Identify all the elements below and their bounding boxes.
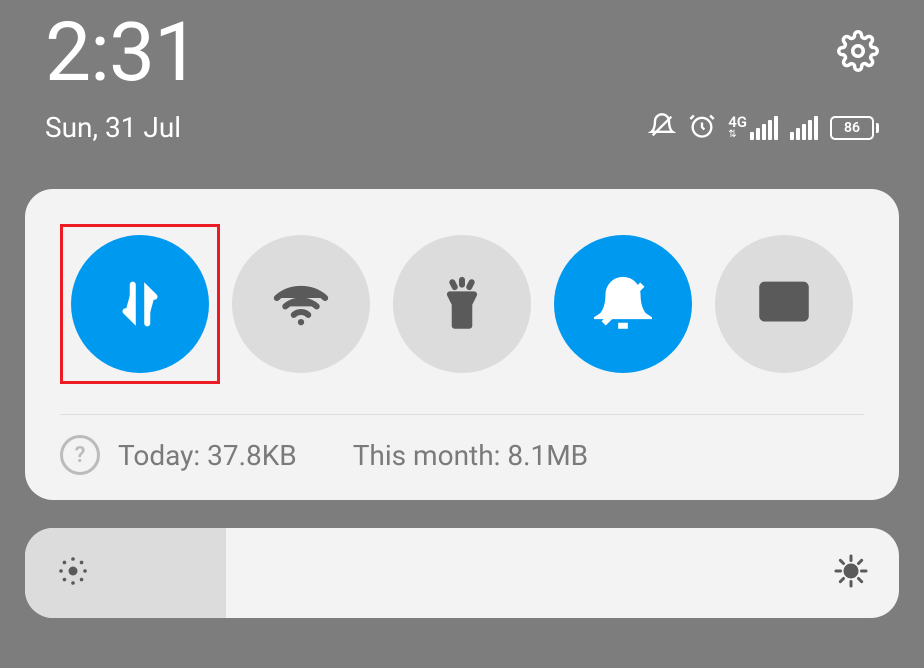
- battery-indicator: 86: [830, 116, 879, 140]
- wifi-toggle[interactable]: [232, 235, 370, 373]
- settings-button[interactable]: [837, 30, 879, 76]
- date-text: Sun, 31 Jul: [45, 111, 181, 144]
- quick-settings-panel: ? Today: 37.8KB This month: 8.1MB: [25, 189, 899, 500]
- dnd-toggle[interactable]: [554, 235, 692, 373]
- brightness-slider[interactable]: [25, 528, 899, 618]
- alarm-icon: [688, 112, 716, 144]
- quick-toggles-row: [60, 224, 864, 415]
- clock-time: 2:31: [45, 5, 199, 101]
- status-header: 2:31 Sun, 31 Jul: [0, 0, 924, 144]
- question-icon: ?: [60, 435, 100, 475]
- mute-icon: [648, 112, 676, 144]
- battery-level: 86: [830, 116, 874, 140]
- data-usage-row[interactable]: ? Today: 37.8KB This month: 8.1MB: [60, 415, 864, 475]
- brightness-low-icon: [55, 553, 91, 593]
- network-4g: 4G ⇅: [728, 115, 778, 140]
- brightness-high-icon: [833, 553, 869, 593]
- today-usage: Today: 37.8KB: [118, 439, 297, 472]
- signal-bars-2: [790, 116, 818, 140]
- month-usage: This month: 8.1MB: [353, 439, 588, 472]
- mobile-data-toggle[interactable]: [71, 235, 209, 373]
- status-icons-group: 4G ⇅ 86: [648, 112, 879, 144]
- signal-bars-1: [750, 116, 778, 140]
- network-label: 4G: [728, 115, 747, 130]
- flashlight-toggle[interactable]: [393, 235, 531, 373]
- mobile-data-highlight: [60, 224, 220, 384]
- screenshot-toggle[interactable]: [715, 235, 853, 373]
